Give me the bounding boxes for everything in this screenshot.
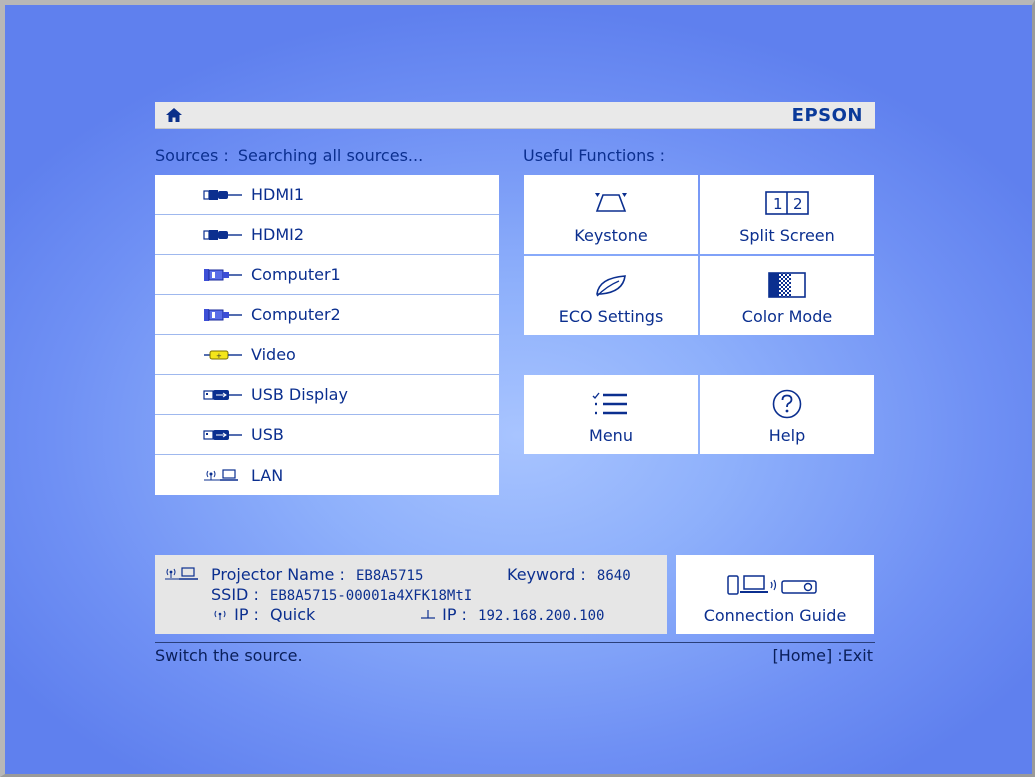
wired-ip-label: IP :	[442, 605, 467, 624]
usb-icon	[203, 429, 242, 440]
source-label: USB	[251, 425, 284, 444]
split-screen-icon: 1 2	[765, 191, 809, 215]
wireless-icon	[214, 610, 226, 620]
source-item-hdmi1[interactable]: HDMI1	[155, 175, 499, 215]
hdmi-icon	[203, 189, 242, 200]
connection-guide-label: Connection Guide	[703, 606, 847, 625]
ssid-label: SSID :	[211, 585, 259, 604]
keystone-label: Keystone	[574, 226, 648, 245]
eco-settings-label: ECO Settings	[558, 307, 664, 326]
source-item-video[interactable]: + Video	[155, 335, 499, 375]
source-label: HDMI1	[251, 185, 305, 204]
source-item-computer2[interactable]: Computer2	[155, 295, 499, 335]
source-label: HDMI2	[251, 225, 305, 244]
epson-logo: EPSON	[791, 105, 863, 126]
wireless-ip-row: IP : Quick	[211, 605, 315, 624]
exit-hint: [Home] :Exit	[772, 646, 873, 665]
split-screen-label: Split Screen	[739, 226, 835, 245]
source-item-hdmi2[interactable]: HDMI2	[155, 215, 499, 255]
menu-label: Menu	[589, 426, 633, 445]
vga-icon	[204, 308, 242, 321]
source-label: Computer1	[251, 265, 341, 284]
eco-settings-button[interactable]: ECO Settings	[524, 256, 698, 335]
source-list: HDMI1 HDMI2 Computer1 Computer2 + Video …	[155, 175, 499, 495]
keystone-icon	[595, 193, 627, 212]
sources-heading: Sources : Searching all sources...	[155, 146, 423, 165]
ssid-row: SSID : EB8A5715-00001a4XFK18MtI	[211, 585, 472, 604]
source-item-lan[interactable]: LAN	[155, 455, 499, 495]
wireless-ip-label: IP :	[234, 605, 259, 624]
split-screen-icon-digit-2: 2	[793, 195, 803, 213]
wired-ip-value: 192.168.200.100	[478, 608, 605, 624]
header-bar: EPSON	[155, 102, 875, 129]
menu-help-grid: Menu Help	[524, 375, 874, 454]
vga-icon	[204, 268, 242, 281]
source-label: Video	[251, 345, 296, 364]
split-screen-icon-digit-1: 1	[773, 195, 783, 213]
projector-name-label: Projector Name :	[211, 565, 345, 584]
sources-status: Searching all sources...	[237, 146, 424, 165]
useful-functions-grid: Keystone 1 2 Split Screen ECO Settings C…	[524, 175, 874, 335]
sources-title: Sources :	[155, 146, 229, 165]
wireless-ip-value: Quick	[270, 605, 316, 624]
split-screen-button[interactable]: 1 2 Split Screen	[700, 175, 874, 254]
projector-name-row: Projector Name : EB8A5715	[211, 565, 423, 584]
keyword-value: 8640	[596, 568, 631, 584]
keyword-row: Keyword : 8640	[507, 565, 631, 584]
useful-functions-title: Useful Functions :	[523, 146, 666, 165]
help-button[interactable]: Help	[700, 375, 874, 454]
keystone-button[interactable]: Keystone	[524, 175, 698, 254]
menu-button[interactable]: Menu	[524, 375, 698, 454]
connection-guide-icon	[727, 575, 817, 595]
network-info-panel: Projector Name : EB8A5715 Keyword : 8640…	[155, 555, 667, 634]
rca-video-icon: +	[204, 350, 242, 360]
network-status-icon	[165, 567, 198, 580]
keyword-label: Keyword :	[507, 565, 586, 584]
projector-name-value: EB8A5715	[355, 568, 424, 584]
wired-lan-icon	[421, 610, 435, 619]
usb-icon	[203, 389, 242, 400]
source-item-usb-display[interactable]: USB Display	[155, 375, 499, 415]
source-item-usb[interactable]: USB	[155, 415, 499, 455]
ssid-value: EB8A5715-00001a4XFK18MtI	[269, 588, 473, 604]
lan-icon	[204, 469, 238, 481]
hdmi-icon	[203, 229, 242, 240]
source-item-computer1[interactable]: Computer1	[155, 255, 499, 295]
help-icon	[772, 389, 802, 419]
source-label: Computer2	[251, 305, 341, 324]
wired-ip-row: IP : 192.168.200.100	[419, 605, 604, 624]
svg-text:+: +	[216, 352, 222, 360]
color-mode-button[interactable]: Color Mode	[700, 256, 874, 335]
status-hint: Switch the source.	[155, 646, 303, 665]
status-divider	[155, 642, 875, 643]
color-mode-icon	[768, 272, 806, 298]
connection-guide-button[interactable]: Connection Guide	[676, 555, 874, 634]
help-label: Help	[768, 426, 806, 445]
color-mode-label: Color Mode	[741, 307, 833, 326]
menu-list-icon	[592, 392, 627, 415]
source-label: LAN	[251, 465, 284, 485]
source-label: USB Display	[251, 385, 348, 404]
leaf-icon	[596, 275, 626, 297]
home-icon[interactable]	[165, 107, 183, 123]
